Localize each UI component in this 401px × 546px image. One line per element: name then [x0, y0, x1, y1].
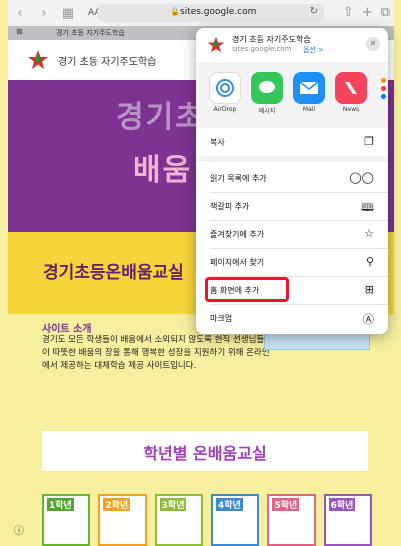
close-tab-icon[interactable]: ⊠: [16, 27, 23, 36]
action-copy[interactable]: 복사 ❐: [196, 130, 388, 154]
forward-icon[interactable]: ›: [32, 6, 56, 21]
lock-icon: 🔒: [170, 7, 180, 16]
section-title: 경기초등온배움교실: [43, 263, 184, 283]
back-icon[interactable]: ‹: [8, 6, 32, 21]
site-logo[interactable]: [26, 48, 50, 72]
reading-list-icon: ◯◯: [349, 171, 374, 184]
grade-card-3[interactable]: 3학년: [154, 494, 203, 546]
markup-icon: Ⓐ: [363, 313, 374, 326]
app-mail[interactable]: Mail: [292, 72, 326, 113]
grade-card-label: 4학년: [215, 498, 243, 511]
app-messages[interactable]: 메시지: [250, 72, 284, 115]
main-content: 사이트 소개 경기도 모든 학생들이 배움에서 소외되지 않도록 현직 선생님들…: [8, 314, 394, 546]
action-label: 책갈피 추가: [210, 202, 250, 211]
app-label: Mail: [302, 106, 316, 113]
grade-card-2[interactable]: 2학년: [98, 494, 147, 546]
action-reading-list[interactable]: 읽기 목록에 추가 ◯◯: [196, 166, 388, 190]
app-label: 메시지: [258, 108, 276, 115]
grade-cards: 1학년 2학년 3학년 4학년 5학년 6학년: [42, 494, 372, 546]
highlight-box: [205, 277, 289, 302]
close-icon[interactable]: ✕: [366, 37, 380, 51]
grade-section-title: 학년별 온배움교실: [143, 444, 267, 463]
tab-title[interactable]: 경기 초등 자기주도학습: [56, 28, 125, 38]
reload-icon[interactable]: ↻: [310, 6, 318, 17]
share-app-row: AirDrop 메시지 Mail News: [196, 66, 388, 124]
add-square-icon: ⊞: [364, 283, 374, 296]
actions-group: 읽기 목록에 추가 ◯◯ 책갈피 추가 🕮 즐겨찾기에 추가 ☆ 페이지에서 찾…: [196, 162, 388, 334]
news-icon: [335, 72, 367, 104]
share-icon[interactable]: ⇧: [343, 5, 354, 20]
about-text: 경기도 모든 학생들이 배움에서 소외되지 않도록 현직 선생님들이 따뜻한 배…: [42, 335, 270, 371]
grade-card-label: 3학년: [159, 498, 187, 511]
action-label: 복사: [210, 138, 225, 147]
tabs-overview-icon[interactable]: ⧉: [381, 5, 390, 20]
action-add-favorite[interactable]: 즐겨찾기에 추가 ☆: [196, 222, 388, 246]
grade-card-4[interactable]: 4학년: [210, 494, 260, 546]
action-add-bookmark[interactable]: 책갈피 추가 🕮: [196, 194, 388, 218]
address-bar[interactable]: 🔒 sites.google.com ↻: [98, 4, 324, 22]
action-label: 즐겨찾기에 추가: [210, 230, 265, 239]
action-find-on-page[interactable]: 페이지에서 찾기 ⚲: [196, 250, 388, 274]
site-logo: [207, 36, 225, 53]
app-airdrop[interactable]: AirDrop: [208, 72, 242, 113]
banner-heading-line1: 경기초: [116, 100, 205, 135]
browser-toolbar: ‹ › ▦ AA 🔒 sites.google.com ↻ ⇧ + ⧉: [8, 0, 394, 26]
more-apps-dots[interactable]: [381, 78, 386, 99]
grade-card-label: 1학년: [47, 498, 74, 511]
grade-card-6[interactable]: 6학년: [323, 494, 372, 546]
info-icon[interactable]: ⓘ: [14, 522, 24, 537]
address-text: sites.google.com: [180, 7, 257, 17]
share-sheet-header: 경기 초등 자기주도학습 sites.google.com 옵션 > ✕: [196, 28, 388, 62]
grade-section-banner: 학년별 온배움교실: [42, 431, 368, 471]
grade-card-label: 2학년: [103, 498, 131, 511]
app-label: News: [342, 106, 360, 113]
action-label: 마크업: [210, 314, 233, 323]
star-icon: ☆: [364, 227, 374, 240]
app-news[interactable]: News: [334, 72, 368, 113]
banner-heading-line2: 배움: [133, 153, 193, 188]
mail-icon: [293, 72, 325, 104]
action-label: 읽기 목록에 추가: [210, 174, 267, 183]
copy-group: 복사 ❐: [196, 128, 388, 156]
new-tab-icon[interactable]: +: [362, 5, 373, 20]
options-link[interactable]: 옵션 >: [303, 45, 324, 55]
share-sheet-url: sites.google.com: [232, 45, 292, 53]
action-markup[interactable]: 마크업 Ⓐ: [196, 306, 388, 330]
sidebar-icon[interactable]: ▦: [56, 6, 80, 21]
copy-icon: ❐: [364, 135, 374, 148]
bookmark-icon: 🕮: [361, 201, 374, 214]
site-title[interactable]: 경기 초등 자기주도학습: [58, 53, 156, 68]
grade-card-label: 5학년: [272, 498, 300, 511]
grade-card-1[interactable]: 1학년: [42, 494, 91, 546]
messages-icon: [251, 72, 283, 104]
search-icon: ⚲: [365, 255, 374, 268]
action-label: 페이지에서 찾기: [210, 258, 265, 267]
app-label: AirDrop: [213, 106, 237, 113]
share-sheet-title: 경기 초등 자기주도학습: [232, 35, 311, 44]
grade-card-5[interactable]: 5학년: [267, 494, 316, 546]
airdrop-icon: [209, 72, 241, 104]
about-heading: 사이트 소개: [42, 324, 92, 335]
grade-card-label: 6학년: [328, 498, 356, 511]
